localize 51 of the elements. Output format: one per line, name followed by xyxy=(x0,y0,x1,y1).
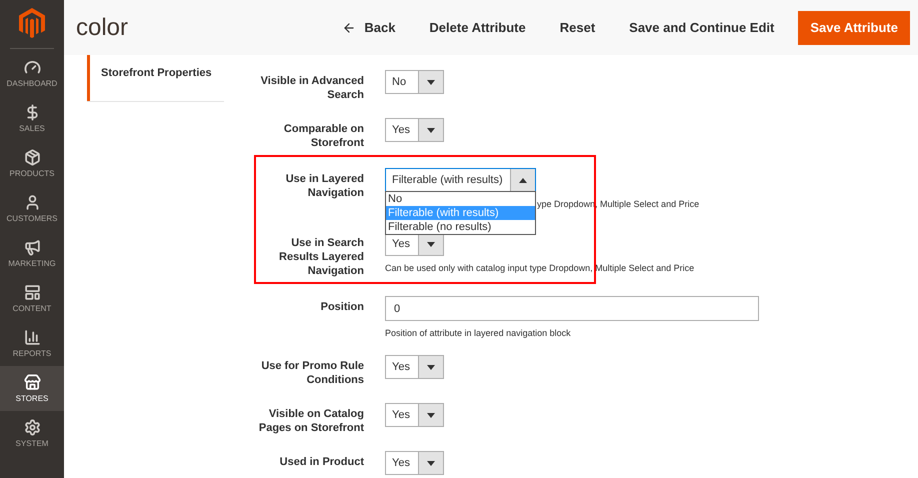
dropdown-option[interactable]: No xyxy=(386,192,535,206)
box-icon xyxy=(24,148,40,166)
field-label: Visible in Advanced Search xyxy=(260,74,364,102)
caret-icon xyxy=(427,242,435,246)
sidebar-item[interactable]: SYSTEM xyxy=(0,411,64,456)
settings-icon xyxy=(24,418,40,436)
caret-icon xyxy=(427,364,435,370)
sidebar-item[interactable]: CUSTOMERS xyxy=(0,186,64,231)
field-note: Can be used only with catalog input type Dropdown, Multiple Select and Price xyxy=(385,262,694,274)
field-label: Use in Search Results Layered Navigation xyxy=(278,236,364,278)
page-title: color xyxy=(76,12,130,42)
header-button[interactable]: Delete Attribute xyxy=(419,18,536,38)
sidebar-item[interactable]: REPORTS xyxy=(0,321,64,366)
megaphone-icon xyxy=(24,238,40,256)
caret-icon xyxy=(427,80,435,84)
back-button[interactable]: Back xyxy=(332,18,406,38)
dropdown[interactable]: No xyxy=(385,70,444,94)
dropdown[interactable]: Filterable (with results) xyxy=(385,168,536,192)
sidebar-item[interactable]: CONTENT xyxy=(0,276,64,321)
caret-icon xyxy=(427,412,435,418)
sidebar-item[interactable]: PRODUCTS xyxy=(0,141,64,186)
layout-icon xyxy=(24,284,40,300)
section-tab[interactable]: Storefront Properties xyxy=(87,55,224,101)
input-field[interactable]: 0 xyxy=(385,296,759,321)
logo-icon xyxy=(19,8,45,38)
field-label: Used in Product xyxy=(278,455,364,469)
dropdown[interactable]: Yes xyxy=(385,118,444,142)
store-icon xyxy=(24,374,40,390)
sidebar-item[interactable]: SALES xyxy=(0,96,64,141)
dropdown-option[interactable]: Filterable (no results) xyxy=(386,220,535,234)
field-note: Position of attribute in layered navigation block xyxy=(385,327,572,339)
field-label: Position xyxy=(320,300,364,314)
sidebar-item[interactable]: DASHBOARD xyxy=(0,51,64,96)
field-label: Use in Layered Navigation xyxy=(284,172,364,200)
header-button[interactable]: Reset xyxy=(550,18,606,38)
field-label: Visible on Catalog Pages on Storefront xyxy=(258,407,364,435)
field-label: Comparable on Storefront xyxy=(282,122,364,150)
caret-icon xyxy=(519,178,527,182)
sidebar-item[interactable]: MARKETING xyxy=(0,231,64,276)
header-button[interactable]: Save and Continue Edit xyxy=(619,18,784,38)
dropdown[interactable]: Yes xyxy=(385,355,444,379)
bar-chart-icon xyxy=(24,328,40,346)
person-icon xyxy=(24,194,40,210)
gauge-icon xyxy=(24,58,40,76)
caret-icon xyxy=(427,128,435,132)
dropdown[interactable]: Yes xyxy=(385,403,444,427)
caret-icon xyxy=(427,460,435,466)
save-button[interactable]: Save Attribute xyxy=(798,10,910,44)
field-label: Use for Promo Rule Conditions xyxy=(260,359,364,387)
sidebar-item[interactable]: STORES xyxy=(0,366,64,411)
dropdown[interactable]: Yes xyxy=(385,451,444,475)
